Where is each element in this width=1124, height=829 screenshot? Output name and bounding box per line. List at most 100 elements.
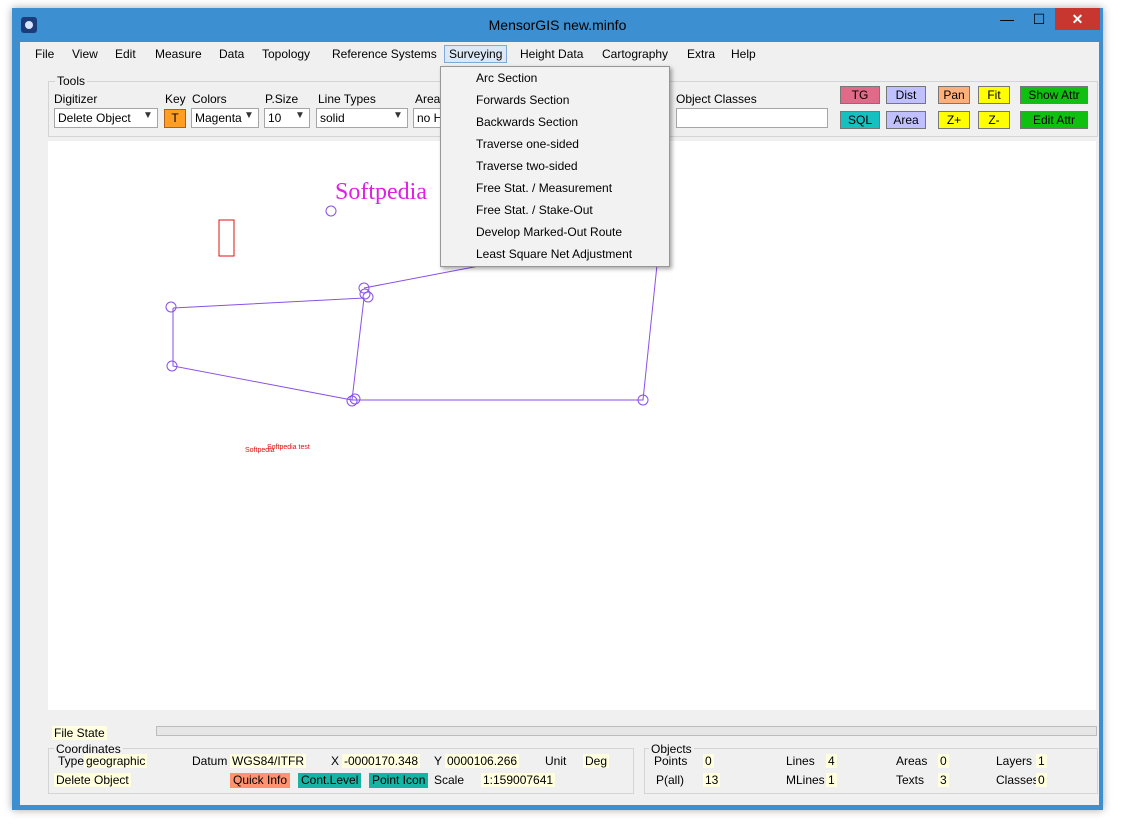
show-attr-button[interactable]: Show Attr [1020,86,1088,104]
menu-measure[interactable]: Measure [155,47,202,61]
pall-value: 13 [703,773,721,787]
digitizer-value: Delete Object [58,111,131,125]
object-classes-input[interactable] [676,108,828,128]
areas-label: Areas [896,754,928,768]
mlines-value: 1 [826,773,837,787]
x-label: X [331,754,340,768]
sql-button[interactable]: SQL [840,111,880,129]
psize-value: 10 [268,111,282,125]
file-state-progress [156,726,1097,736]
close-button[interactable]: ✕ [1055,8,1100,30]
lines-value: 4 [826,754,837,768]
menu-file[interactable]: File [35,47,54,61]
psize-label: P.Size [265,92,299,106]
classes-value: 0 [1036,773,1047,787]
classes-label: Classes [996,773,1039,787]
file-state-label: File State [52,726,107,740]
menu-item-free-stat-measurement[interactable]: Free Stat. / Measurement [476,181,612,195]
points-value: 0 [703,754,714,768]
y-value: 0000106.266 [445,754,520,768]
quick-info-button[interactable]: Quick Info [230,773,291,788]
scale-value: 1:159007641 [481,773,556,787]
digitizer-select[interactable]: Delete Object ▼ [54,108,158,128]
colors-value: Magenta [195,111,242,125]
colors-select[interactable]: Magenta ▼ [191,108,259,128]
menu-help[interactable]: Help [731,47,756,61]
zoom-out-button[interactable]: Z- [978,111,1010,129]
menu-cartography[interactable]: Cartography [602,47,668,61]
maximize-button[interactable]: ☐ [1024,8,1054,30]
menu-bar: File View Edit Measure Data Topology Ref… [20,42,1099,68]
zoom-in-button[interactable]: Z+ [938,111,970,129]
menu-item-least-square-net-adjustment[interactable]: Least Square Net Adjustment [476,247,632,261]
menu-data[interactable]: Data [219,47,244,61]
menu-item-traverse-one-sided[interactable]: Traverse one-sided [476,137,579,151]
layers-value: 1 [1036,754,1047,768]
cont-level-button[interactable]: Cont.Level [298,773,362,788]
map-polygon-left [172,297,365,401]
menu-item-forwards-section[interactable]: Forwards Section [476,93,569,107]
mlines-label: MLines [786,773,825,787]
dist-button[interactable]: Dist [886,86,926,104]
areas-value: 0 [938,754,949,768]
type-label: Type [58,754,85,768]
chevron-down-icon: ▼ [295,110,305,121]
map-vertex [362,291,374,303]
points-label: Points [654,754,688,768]
unit-label: Unit [545,754,567,768]
map-vertex [325,205,337,217]
layers-label: Layers [996,754,1033,768]
surveying-menu: Arc Section Forwards Section Backwards S… [440,66,670,267]
menu-item-traverse-two-sided[interactable]: Traverse two-sided [476,159,578,173]
menu-item-backwards-section[interactable]: Backwards Section [476,115,578,129]
edit-attr-button[interactable]: Edit Attr [1020,111,1088,129]
x-value: -0000170.348 [342,754,421,768]
type-value: geographic [84,754,148,768]
map-vertex [165,301,177,313]
texts-label: Texts [896,773,925,787]
fit-button[interactable]: Fit [978,86,1010,104]
area-label: Area [415,92,441,106]
menu-view[interactable]: View [72,47,98,61]
linetypes-select[interactable]: solid ▼ [316,108,408,128]
linetypes-label: Line Types [318,92,376,106]
menu-edit[interactable]: Edit [115,47,136,61]
pall-label: P(all) [656,773,685,787]
title-bar[interactable]: MensorGIS new.minfo — ☐ ✕ [12,8,1103,42]
tools-group-title: Tools [55,74,88,88]
datum-value: WGS84/ITFR [230,754,307,768]
datum-label: Datum [192,754,228,768]
map-label-test: Softpedia test [267,444,310,451]
mode-value: Delete Object [54,773,131,787]
colors-label: Colors [192,92,227,106]
unit-value: Deg [583,754,610,768]
map-vertex [359,288,371,300]
point-icon-button[interactable]: Point Icon [369,773,429,788]
menu-extra[interactable]: Extra [687,47,715,61]
scale-label: Scale [434,773,465,787]
map-polygon-right-body [352,264,658,401]
area-value: no H [417,111,443,125]
map-label-big: Softpedia [335,179,427,205]
psize-select[interactable]: 10 ▼ [264,108,310,128]
menu-item-arc-section[interactable]: Arc Section [476,71,537,85]
key-button[interactable]: T [164,109,186,128]
menu-height-data[interactable]: Height Data [520,47,583,61]
texts-value: 3 [938,773,949,787]
pan-button[interactable]: Pan [938,86,970,104]
window-title: MensorGIS new.minfo [488,17,627,33]
menu-reference-systems[interactable]: Reference Systems [332,47,437,61]
linetypes-value: solid [320,111,345,125]
chevron-down-icon: ▼ [143,110,153,121]
menu-item-free-stat-stake-out[interactable]: Free Stat. / Stake-Out [476,203,593,217]
menu-surveying[interactable]: Surveying [444,45,508,63]
tg-button[interactable]: TG [840,86,880,104]
digitizer-label: Digitizer [54,92,98,106]
menu-item-develop-marked-out-route[interactable]: Develop Marked-Out Route [476,225,622,239]
chevron-down-icon: ▼ [393,110,403,121]
object-classes-label: Object Classes [676,92,757,106]
area-button[interactable]: Area [886,111,926,129]
minimize-button[interactable]: — [992,8,1022,30]
chevron-down-icon: ▼ [244,110,254,121]
menu-topology[interactable]: Topology [262,47,310,61]
